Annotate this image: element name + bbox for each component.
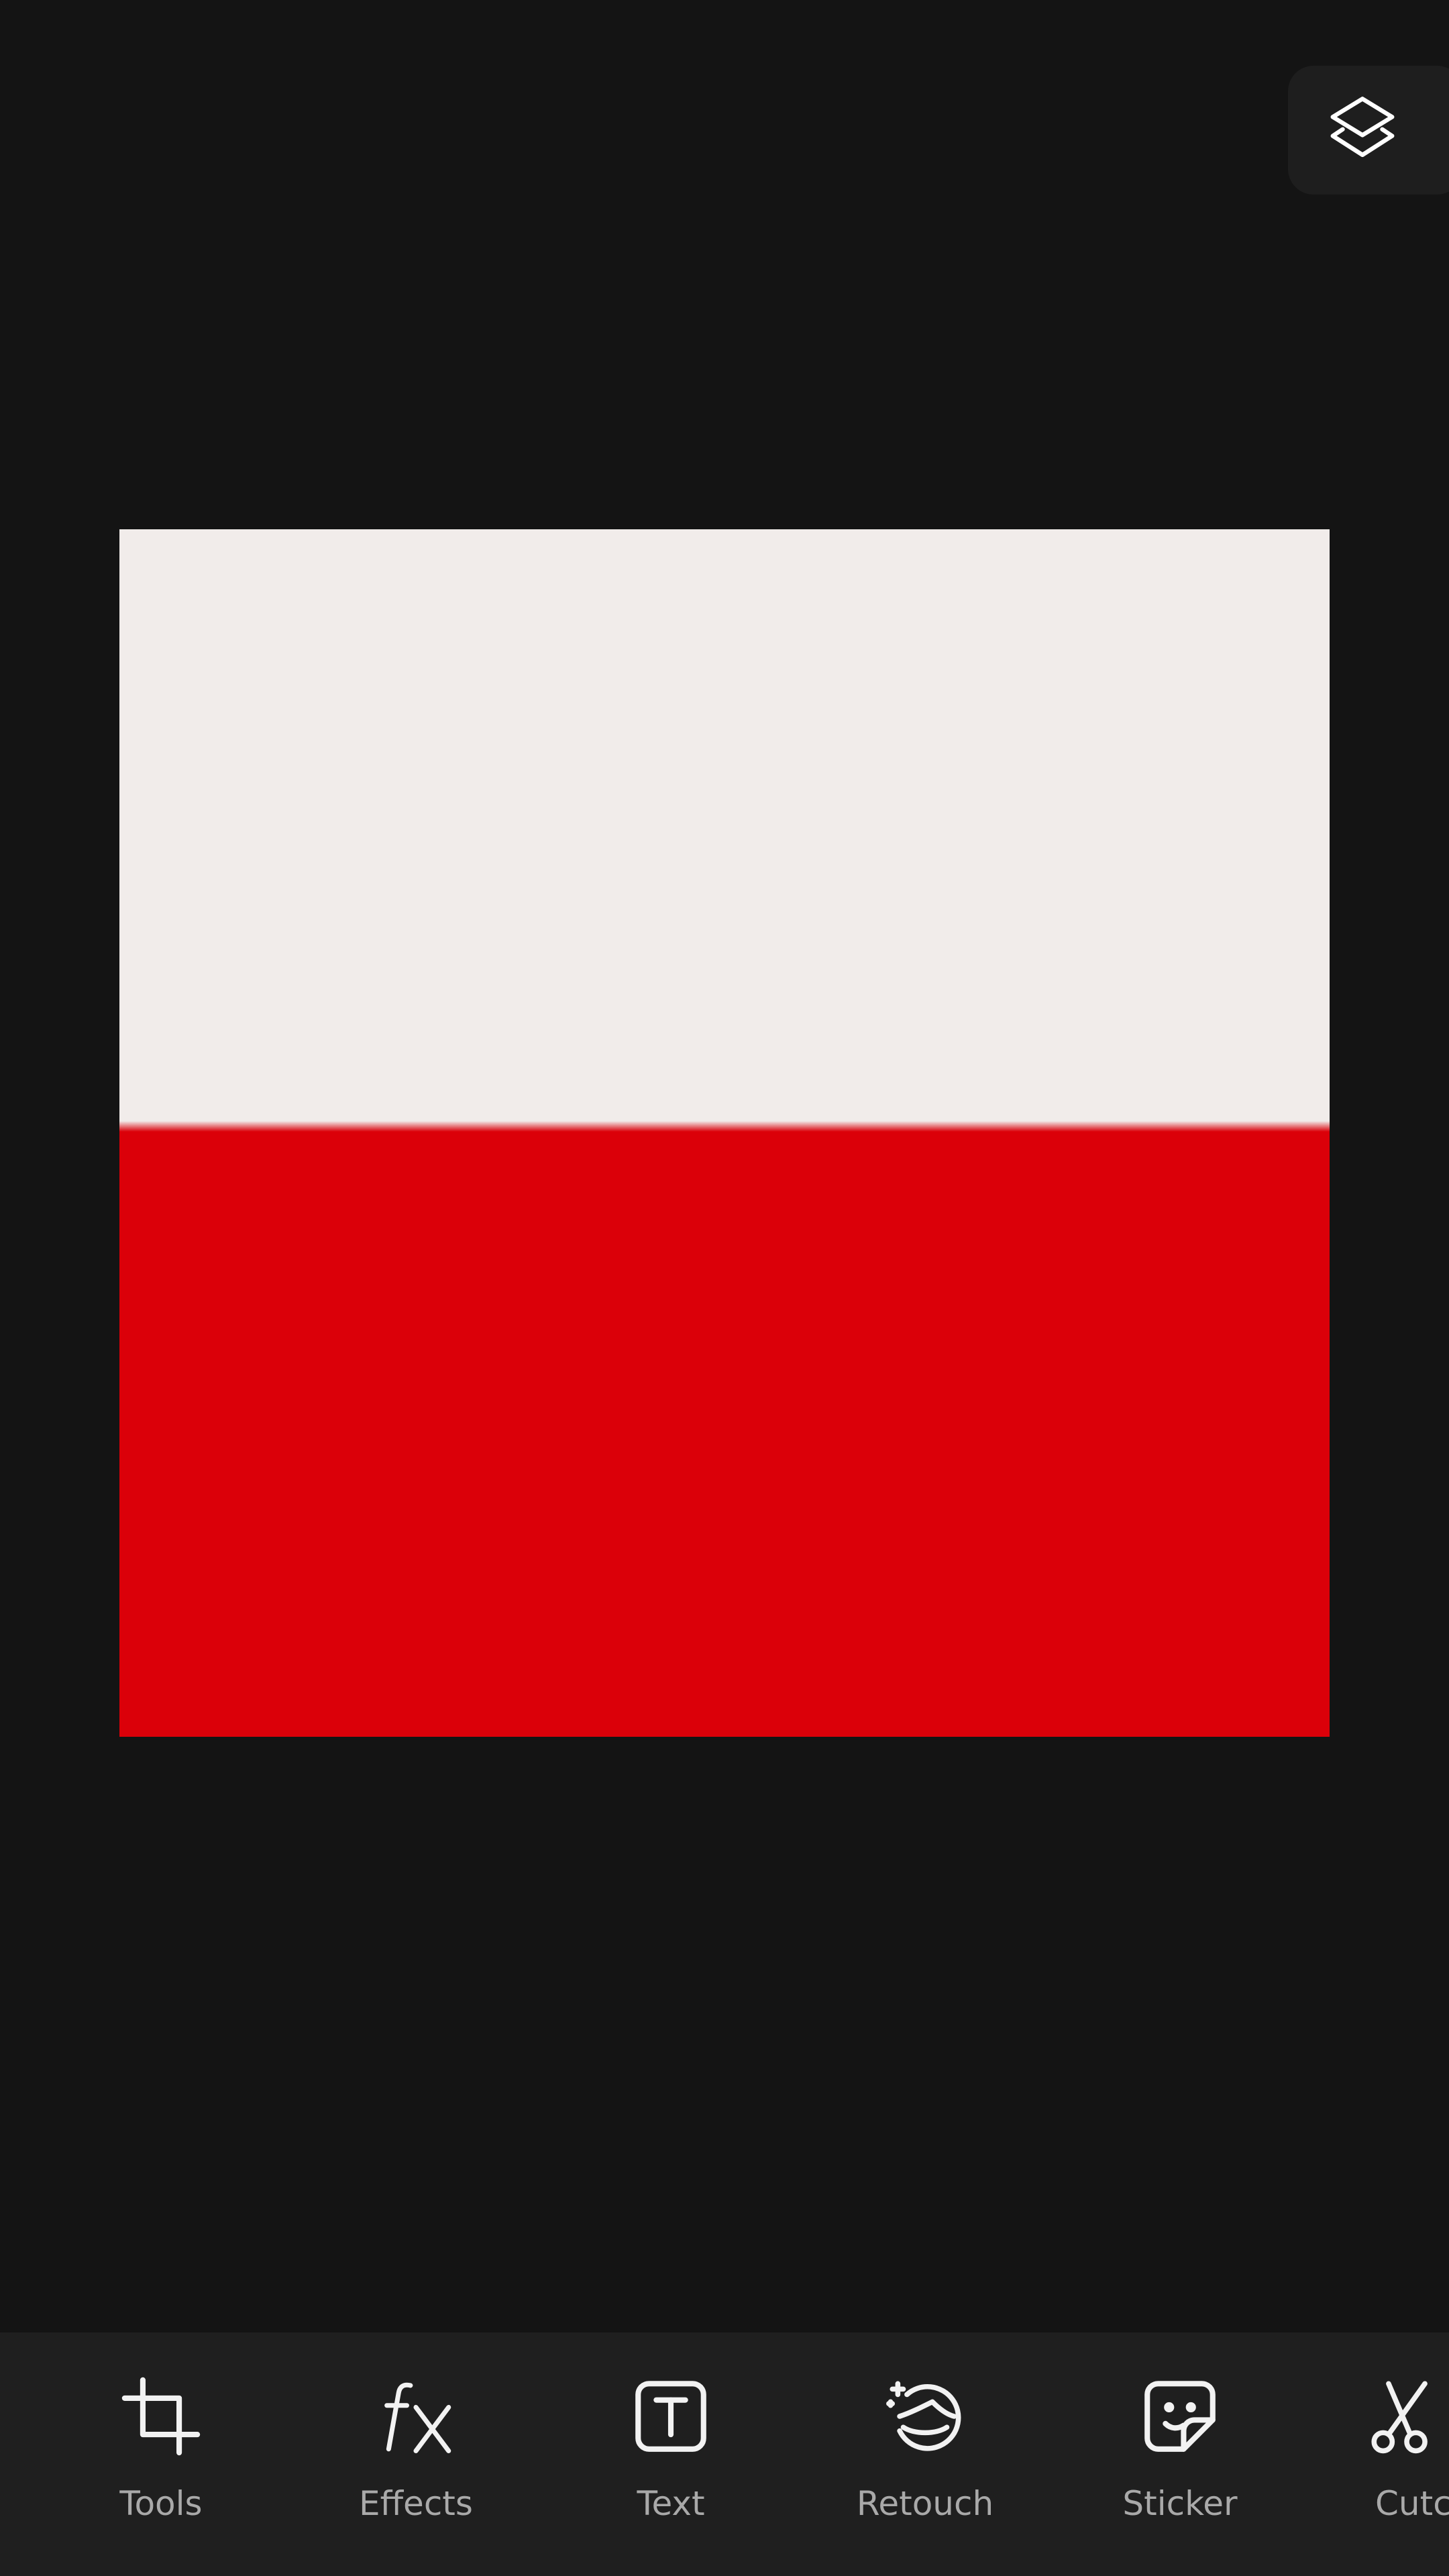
text-button[interactable]: Text: [570, 2332, 771, 2576]
retouch-face-icon: [881, 2373, 969, 2460]
fx-icon: [372, 2373, 460, 2460]
bottom-toolbar: Tools Effects Text Retouch Sticker Cutc: [0, 2332, 1449, 2576]
layers-icon: [1330, 97, 1395, 158]
tools-button[interactable]: Tools: [60, 2332, 262, 2576]
text-label: Text: [637, 2484, 705, 2523]
image-canvas[interactable]: [119, 529, 1330, 1737]
image-band-seam: [119, 1121, 1330, 1132]
effects-label: Effects: [359, 2484, 473, 2523]
sticker-icon: [1136, 2373, 1224, 2460]
effects-button[interactable]: Effects: [315, 2332, 517, 2576]
crop-icon: [117, 2373, 205, 2460]
image-white-band: [119, 529, 1330, 1126]
sticker-label: Sticker: [1122, 2484, 1238, 2523]
retouch-button[interactable]: Retouch: [824, 2332, 1026, 2576]
cutout-button[interactable]: Cutc: [1322, 2332, 1449, 2576]
cutout-label: Cutc: [1375, 2484, 1449, 2523]
scissors-icon: [1363, 2373, 1449, 2460]
tools-label: Tools: [119, 2484, 203, 2523]
sticker-button[interactable]: Sticker: [1079, 2332, 1281, 2576]
layers-button[interactable]: [1288, 66, 1449, 195]
retouch-label: Retouch: [856, 2484, 994, 2523]
image-red-band: [119, 1126, 1330, 1737]
text-box-icon: [627, 2373, 714, 2460]
editor-screen: Tools Effects Text Retouch Sticker Cutc: [0, 0, 1449, 2576]
